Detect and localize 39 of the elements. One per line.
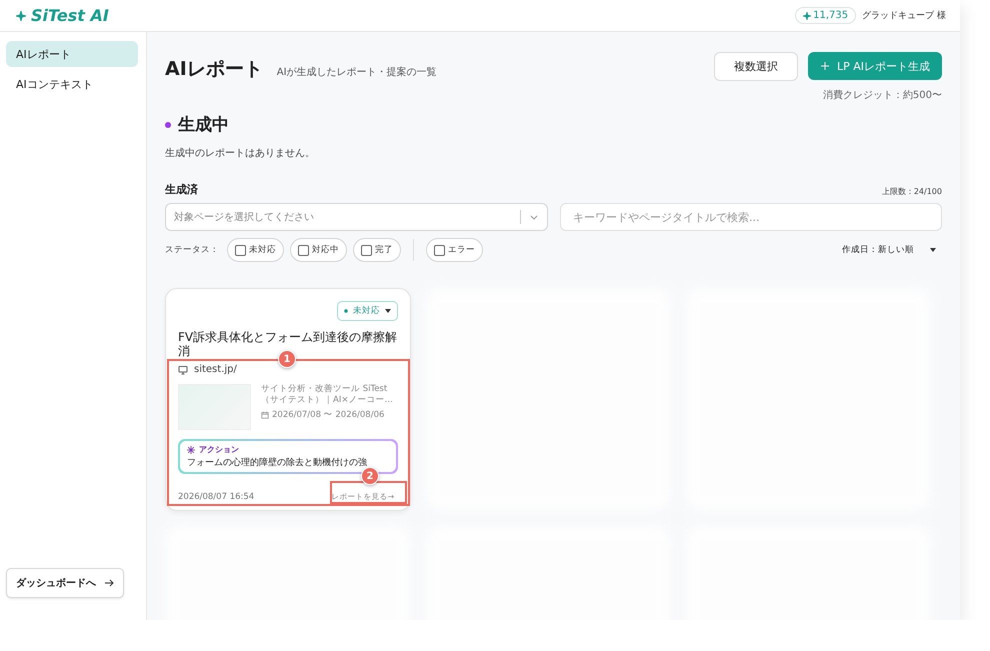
sidebar-item[interactable]: AIレポート [6, 41, 138, 67]
filter-chip[interactable]: 対応中 [290, 238, 347, 262]
credit-badge: 11,735 [795, 7, 856, 24]
sparkle-icon [187, 446, 195, 454]
action-text: フォームの心理的障壁の除去と動機付けの強 [187, 456, 368, 469]
filter-chip[interactable]: 未対応 [227, 238, 284, 262]
sparkle-icon [803, 12, 812, 20]
empty-message: 生成中のレポートはありません。 [165, 146, 316, 160]
plus-icon [820, 61, 830, 71]
sort-dropdown[interactable]: 作成日：新しい順 [836, 243, 942, 257]
user-name: グラッドキューブ 様 [862, 10, 946, 22]
page-select[interactable]: 対象ページを選択してください [165, 203, 548, 231]
filter-chip[interactable]: 完了 [353, 238, 401, 262]
date-range: 2026/07/08 〜 2026/08/06 [272, 409, 384, 421]
dot-icon [344, 309, 348, 313]
arrow-right-icon [104, 578, 114, 588]
calendar-icon [261, 411, 269, 419]
dashboard-button[interactable]: ダッシュボードへ [6, 568, 124, 598]
page-title: サイト分析・改善ツール SiTest（サイテスト）｜AI×ノーコー… [261, 384, 394, 406]
sparkle-icon [16, 10, 26, 20]
multi-select-button[interactable]: 複数選択 [714, 52, 798, 81]
step-number: 1 [278, 350, 296, 368]
caret-down-icon [930, 248, 936, 252]
section-heading: 生成済 [165, 182, 198, 197]
filter-chip[interactable]: エラー [426, 238, 483, 262]
monitor-icon [178, 364, 188, 374]
status-dot [165, 122, 171, 128]
status-label: ステータス： [165, 244, 219, 256]
limit-count: 上限数 : 24/100 [882, 186, 942, 197]
caret-down-icon [385, 309, 391, 313]
action-label: アクション [199, 444, 239, 455]
created-date: 2026/08/07 16:54 [178, 492, 254, 502]
page-subtitle: AIが生成したレポート・提案の一覧 [276, 66, 437, 79]
page-url: sitest.jp/ [194, 364, 237, 375]
search-field[interactable]: キーワードやページタイトルで検索... [560, 203, 942, 231]
section-heading: 生成中 [178, 114, 229, 136]
sidebar-item[interactable]: AIコンテキスト [6, 71, 138, 97]
credit-note: 消費クレジット：約500〜 [822, 88, 942, 102]
page-title: AIレポート [165, 57, 263, 82]
